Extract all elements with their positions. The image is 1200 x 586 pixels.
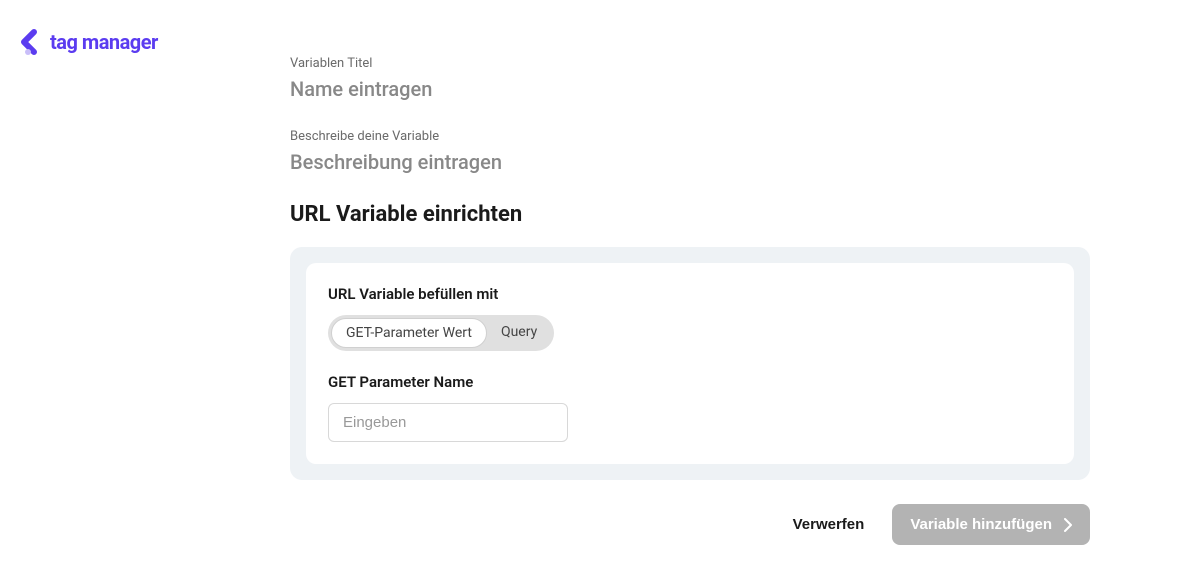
main-form: Variablen Titel Name eintragen Beschreib…	[290, 56, 1090, 545]
submit-button-label: Variable hinzufügen	[910, 516, 1052, 533]
logo-icon	[16, 28, 44, 56]
pill-get-parameter[interactable]: GET-Parameter Wert	[331, 318, 487, 348]
url-variable-panel: URL Variable befüllen mit GET-Parameter …	[290, 247, 1090, 480]
discard-button[interactable]: Verwerfen	[793, 516, 865, 533]
pill-query[interactable]: Query	[487, 318, 551, 348]
variable-description-label: Beschreibe deine Variable	[290, 129, 1090, 144]
get-parameter-name-input[interactable]	[328, 403, 568, 442]
panel-inner: URL Variable befüllen mit GET-Parameter …	[306, 263, 1074, 464]
chevron-right-icon	[1064, 518, 1072, 532]
variable-title-input[interactable]: Name eintragen	[290, 77, 1090, 101]
fill-with-label: URL Variable befüllen mit	[328, 285, 1052, 303]
get-parameter-name-label: GET Parameter Name	[328, 373, 1052, 391]
logo-text: tag manager	[50, 30, 158, 54]
logo: tag manager	[16, 28, 158, 56]
fill-with-pill-group: GET-Parameter Wert Query	[328, 315, 554, 351]
variable-description-input[interactable]: Beschreibung eintragen	[290, 150, 1090, 174]
section-heading: URL Variable einrichten	[290, 202, 1090, 227]
form-actions: Verwerfen Variable hinzufügen	[290, 504, 1090, 545]
variable-title-label: Variablen Titel	[290, 56, 1090, 71]
submit-button[interactable]: Variable hinzufügen	[892, 504, 1090, 545]
